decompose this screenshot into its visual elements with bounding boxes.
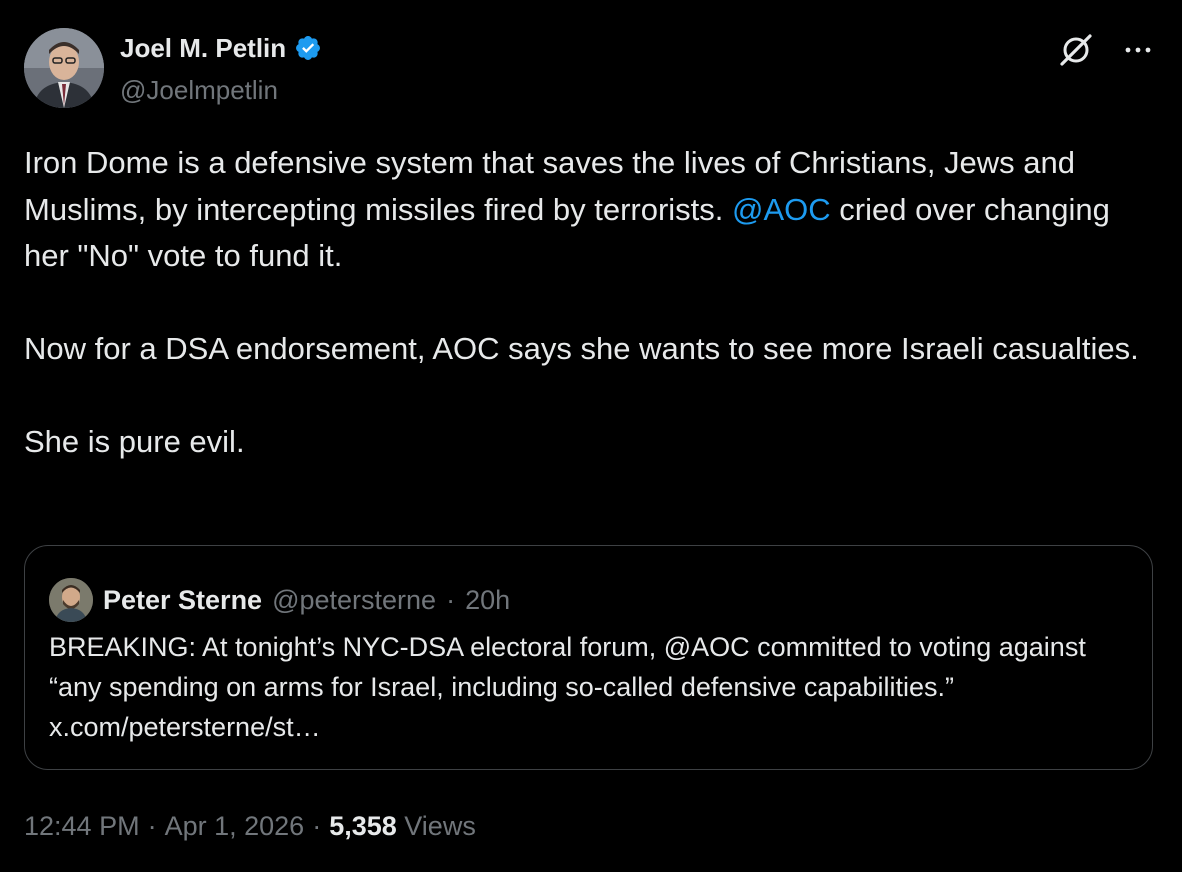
more-options-icon[interactable] [1118, 30, 1158, 70]
author-display-name[interactable]: Joel M. Petlin [120, 32, 286, 64]
separator-dot: · [446, 585, 456, 615]
tweet-header: Joel M. Petlin @Joelmpetlin [24, 28, 1158, 110]
tweet-time[interactable]: 12:44 PM [24, 808, 140, 844]
quoted-tweet-text: BREAKING: At tonight’s NYC-DSA electoral… [49, 632, 1086, 742]
author-name-row: Joel M. Petlin [120, 32, 322, 64]
author-handle[interactable]: @Joelmpetlin [120, 74, 278, 106]
tweet-paragraph-2: Now for a DSA endorsement, AOC says she … [24, 331, 1139, 366]
author-avatar[interactable] [24, 28, 104, 108]
quoted-author-name[interactable]: Peter Sterne [103, 583, 262, 617]
avatar-image [24, 28, 104, 108]
quoted-author-avatar[interactable] [49, 578, 93, 622]
quoted-tweet-header: Peter Sterne @petersterne · 20h [49, 578, 510, 622]
tweet-paragraph-3: She is pure evil. [24, 424, 245, 459]
separator-dot: · [312, 811, 322, 841]
views-stat[interactable]: 5,358 Views [329, 808, 476, 844]
views-count: 5,358 [329, 811, 397, 841]
quoted-author-handle[interactable]: @petersterne [272, 583, 436, 617]
separator-dot: · [147, 811, 157, 841]
tweet-text: Iron Dome is a defensive system that sav… [24, 140, 1144, 512]
quoted-timestamp[interactable]: 20h [465, 583, 510, 617]
grok-icon[interactable] [1056, 30, 1096, 70]
quoted-tweet[interactable]: Peter Sterne @petersterne · 20h BREAKING… [24, 545, 1153, 770]
verified-badge-icon[interactable] [294, 34, 322, 62]
tweet-meta: 12:44 PM · Apr 1, 2026 · 5,358 Views [24, 808, 476, 844]
tweet-paragraph-1: Iron Dome is a defensive system that sav… [24, 140, 1144, 280]
views-label: Views [404, 811, 476, 841]
tweet-date[interactable]: Apr 1, 2026 [165, 808, 305, 844]
mention-link[interactable]: @AOC [732, 192, 831, 227]
tweet-detail: Joel M. Petlin @Joelmpetlin Iron Dome is… [0, 0, 1182, 872]
